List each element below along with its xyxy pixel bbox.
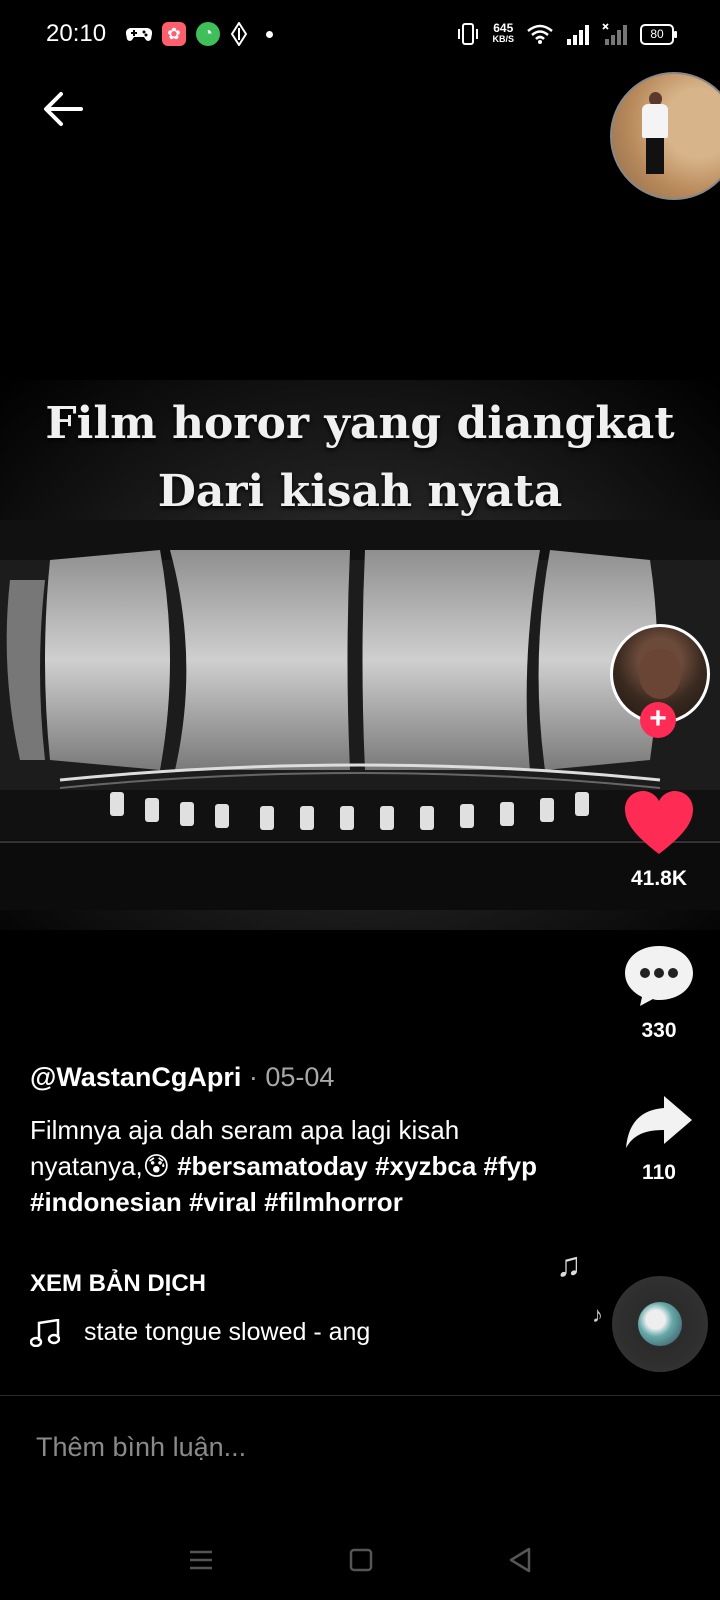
video-caption: Filmnya aja dah seram apa lagi kisah nya… [30, 1112, 550, 1220]
wifi-icon [527, 24, 553, 44]
hashtag[interactable]: #xyzbca [375, 1151, 476, 1181]
comment-count: 330 [641, 1019, 677, 1042]
caption-emoji: 😰 [142, 1151, 170, 1181]
notification-icons: ✿ ◔ [126, 22, 273, 46]
signal-x-icon [602, 23, 627, 45]
system-nav-bar [0, 1520, 720, 1600]
creator-face [639, 649, 681, 699]
like-button[interactable]: 41.8K [612, 790, 706, 891]
system-icons: 645 KB/S 80 [456, 21, 677, 46]
hashtag[interactable]: #filmhorror [264, 1187, 403, 1217]
floating-music-note-icon: ♫ [556, 1246, 582, 1284]
like-count: 41.8K [630, 867, 688, 890]
music-disc-cover [638, 1302, 682, 1346]
network-speed: 645 KB/S [492, 21, 514, 45]
back-triangle-icon[interactable] [507, 1546, 533, 1574]
follow-button[interactable]: + [640, 702, 676, 738]
author-line: @WastanCgApri · 05-04 [30, 1062, 334, 1093]
app-icon: ✿ [162, 22, 186, 46]
avatar-person-photo [642, 92, 668, 174]
game-controller-icon [126, 27, 152, 41]
status-bar: 20:10 ✿ ◔ 645 KB/S 80 [0, 0, 720, 72]
music-title: state tongue slowed - ang [84, 1318, 371, 1346]
arrow-left-icon [44, 92, 83, 126]
network-speed-value: 645 [493, 21, 514, 35]
dot-icon [266, 30, 273, 38]
music-disc[interactable] [612, 1276, 708, 1372]
music-info[interactable]: state tongue slowed - ang [30, 1318, 404, 1347]
divider [0, 1395, 720, 1396]
comment-button[interactable]: 330 [612, 942, 706, 1043]
share-arrow-icon [626, 1096, 692, 1148]
hashtag[interactable]: #fyp [484, 1151, 537, 1181]
post-date: · 05-04 [241, 1062, 335, 1092]
hashtag[interactable]: #bersamatoday [177, 1151, 368, 1181]
diamond-icon [230, 22, 248, 46]
translate-button[interactable]: XEM BẢN DỊCH [30, 1270, 206, 1298]
back-button[interactable] [36, 82, 90, 136]
video-title-overlay: Film horor yang diangkat Dari kisah nyat… [0, 390, 720, 526]
profile-avatar[interactable] [610, 72, 720, 200]
username-link[interactable]: @WastanCgApri [30, 1062, 241, 1092]
share-button[interactable]: 110 [612, 1094, 706, 1185]
comment-bubble-icon [625, 946, 693, 1006]
menu-icon[interactable] [187, 1548, 215, 1572]
app-icon: ◔ [196, 22, 220, 46]
music-note-icon [30, 1318, 60, 1347]
network-speed-unit: KB/S [492, 34, 514, 44]
battery-icon: 80 [640, 23, 677, 45]
vibrate-icon [458, 23, 479, 45]
floating-music-note-icon: ♪ [592, 1302, 603, 1327]
hashtag[interactable]: #indonesian [30, 1187, 182, 1217]
signal-icon [567, 25, 589, 45]
heart-icon [625, 791, 693, 854]
video-title-line-2: Dari kisah nyata [157, 466, 563, 517]
video-title-line-1: Film horor yang diangkat [45, 398, 675, 449]
comment-input[interactable]: Thêm bình luận... [36, 1432, 246, 1463]
home-square-icon[interactable] [348, 1547, 374, 1573]
hashtag[interactable]: #viral [189, 1187, 257, 1217]
share-count: 110 [642, 1161, 676, 1184]
status-time: 20:10 [46, 20, 107, 47]
